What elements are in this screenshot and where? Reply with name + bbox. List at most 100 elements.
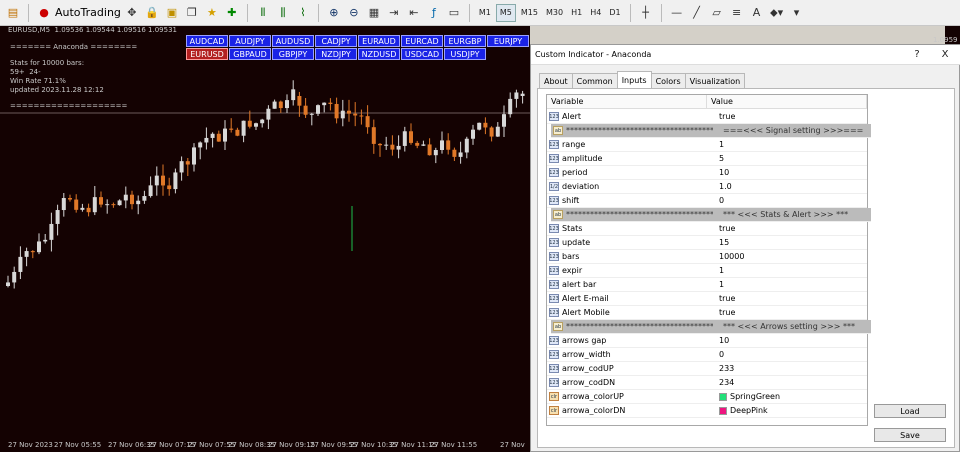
favorites-icon[interactable]: ★ — [203, 3, 221, 23]
input-value[interactable]: 1.0 — [709, 182, 732, 191]
autoscroll-icon[interactable]: ⇥ — [385, 3, 403, 23]
input-row[interactable]: 1/2 deviation 1.0 — [547, 180, 867, 194]
input-row[interactable]: ab **************************************… — [551, 320, 871, 334]
timeframe-h4[interactable]: H4 — [587, 4, 604, 22]
pair-button-audusd[interactable]: AUDUSD — [272, 35, 314, 47]
pair-button-eurgbp[interactable]: EURGBP — [444, 35, 486, 47]
line-chart-icon[interactable]: ⌇ — [294, 3, 312, 23]
input-value[interactable]: 0 — [709, 196, 724, 205]
input-value[interactable]: 15 — [709, 238, 729, 247]
input-row[interactable]: clr arrowa_colorDN DeepPink — [547, 404, 867, 418]
zoom-out-icon[interactable]: ⊖ — [345, 3, 363, 23]
close-button[interactable]: X — [931, 46, 959, 63]
autotrading-icon[interactable]: ● — [35, 3, 53, 23]
arrows-tool-icon[interactable]: ⬥▾ — [768, 3, 786, 23]
timeframe-m30[interactable]: M30 — [543, 4, 566, 22]
input-row[interactable]: clr arrowa_colorUP SpringGreen — [547, 390, 867, 404]
add-indicator-icon[interactable]: ✚ — [223, 3, 241, 23]
lock-icon[interactable]: 🔒 — [143, 3, 161, 23]
more-tools-icon[interactable]: ▾ — [788, 3, 806, 23]
timeframe-m1[interactable]: M1 — [476, 4, 494, 22]
price-chart[interactable]: EURUSD,M5 1.09536 1.09544 1.09516 1.0953… — [0, 26, 530, 452]
help-button[interactable]: ? — [903, 46, 931, 63]
pair-button-nzdjpy[interactable]: NZDJPY — [315, 48, 357, 60]
input-row[interactable]: 123 Stats true — [547, 222, 867, 236]
column-header-variable[interactable]: Variable — [547, 95, 707, 109]
input-value[interactable]: *** <<< Arrows setting >>> *** — [713, 322, 855, 331]
input-row[interactable]: 123 expir 1 — [547, 264, 867, 278]
input-row[interactable]: 123 arrow_codDN 234 — [547, 376, 867, 390]
input-row[interactable]: 123 arrows gap 10 — [547, 334, 867, 348]
tab-about[interactable]: About — [539, 73, 573, 88]
input-value[interactable]: ===<<< Signal setting >>>=== — [713, 126, 863, 135]
equidistant-channel-icon[interactable]: ▱ — [708, 3, 726, 23]
input-value[interactable]: 0 — [709, 350, 724, 359]
input-row[interactable]: ab **************************************… — [551, 208, 871, 222]
input-value[interactable]: true — [709, 308, 735, 317]
pair-button-usdjpy[interactable]: USDJPY — [444, 48, 486, 60]
pair-button-euraud[interactable]: EURAUD — [358, 35, 400, 47]
autotrading-button[interactable]: AutoTrading — [55, 6, 121, 19]
folder-icon[interactable]: ▣ — [163, 3, 181, 23]
timeframe-h1[interactable]: H1 — [568, 4, 585, 22]
input-value[interactable]: 10000 — [709, 252, 744, 261]
input-row[interactable]: 123 Alert true — [547, 110, 867, 124]
pair-button-audjpy[interactable]: AUDJPY — [229, 35, 271, 47]
grid-icon[interactable]: ▦ — [365, 3, 383, 23]
tab-colors[interactable]: Colors — [650, 73, 686, 88]
input-value[interactable]: SpringGreen — [709, 392, 780, 401]
crosshair-icon[interactable]: ┼ — [637, 3, 655, 23]
chart-shift-icon[interactable]: ⇤ — [405, 3, 423, 23]
input-row[interactable]: 123 bars 10000 — [547, 250, 867, 264]
candle-chart-icon[interactable]: ⫼ — [274, 3, 292, 23]
input-value[interactable]: 233 — [709, 364, 734, 373]
input-value[interactable]: 1 — [709, 280, 724, 289]
tab-common[interactable]: Common — [571, 73, 618, 88]
window-icon[interactable]: ❐ — [183, 3, 201, 23]
hline-icon[interactable]: — — [668, 3, 686, 23]
text-tool-icon[interactable]: A — [748, 3, 766, 23]
pair-button-eurusd[interactable]: EURUSD — [186, 48, 228, 60]
input-value[interactable]: DeepPink — [709, 406, 768, 415]
save-button[interactable]: Save — [874, 428, 946, 442]
input-value[interactable]: 1 — [709, 140, 724, 149]
dialog-titlebar[interactable]: Custom Indicator - Anaconda — [531, 45, 960, 65]
timeframe-d1[interactable]: D1 — [606, 4, 623, 22]
input-value[interactable]: 10 — [709, 336, 729, 345]
crosshair-move-icon[interactable]: ✥ — [123, 3, 141, 23]
input-row[interactable]: 123 arrow_width 0 — [547, 348, 867, 362]
input-row[interactable]: 123 update 15 — [547, 236, 867, 250]
pair-button-audcad[interactable]: AUDCAD — [186, 35, 228, 47]
tab-inputs[interactable]: Inputs — [616, 71, 652, 88]
input-value[interactable]: 5 — [709, 154, 724, 163]
input-row[interactable]: 123 amplitude 5 — [547, 152, 867, 166]
input-value[interactable]: 1 — [709, 266, 724, 275]
input-row[interactable]: ab **************************************… — [551, 124, 871, 138]
zoom-in-icon[interactable]: ⊕ — [325, 3, 343, 23]
fibonacci-icon[interactable]: ≡ — [728, 3, 746, 23]
input-value[interactable]: *** <<< Stats & Alert >>> *** — [713, 210, 848, 219]
input-row[interactable]: 123 arrow_codUP 233 — [547, 362, 867, 376]
input-row[interactable]: 123 alert bar 1 — [547, 278, 867, 292]
pair-button-cadjpy[interactable]: CADJPY — [315, 35, 357, 47]
input-value[interactable]: true — [709, 294, 735, 303]
indicators-icon[interactable]: ƒ — [425, 3, 443, 23]
pair-button-usdcad[interactable]: USDCAD — [401, 48, 443, 60]
input-row[interactable]: 123 shift 0 — [547, 194, 867, 208]
input-row[interactable]: 123 Alert Mobile true — [547, 306, 867, 320]
templates-icon[interactable]: ▭ — [445, 3, 463, 23]
pair-button-gbpaud[interactable]: GBPAUD — [229, 48, 271, 60]
column-header-value[interactable]: Value — [707, 95, 867, 109]
timeframe-m5[interactable]: M5 — [495, 3, 516, 22]
load-button[interactable]: Load — [874, 404, 946, 418]
tab-visualization[interactable]: Visualization — [684, 73, 746, 88]
input-row[interactable]: 123 Alert E-mail true — [547, 292, 867, 306]
input-value[interactable]: true — [709, 224, 735, 233]
input-value[interactable]: 10 — [709, 168, 729, 177]
pair-button-nzdusd[interactable]: NZDUSD — [358, 48, 400, 60]
input-value[interactable]: true — [709, 112, 735, 121]
pair-button-eurcad[interactable]: EURCAD — [401, 35, 443, 47]
new-chart-icon[interactable]: ▤ — [4, 3, 22, 23]
timeframe-m15[interactable]: M15 — [518, 4, 541, 22]
trendline-icon[interactable]: ╱ — [688, 3, 706, 23]
